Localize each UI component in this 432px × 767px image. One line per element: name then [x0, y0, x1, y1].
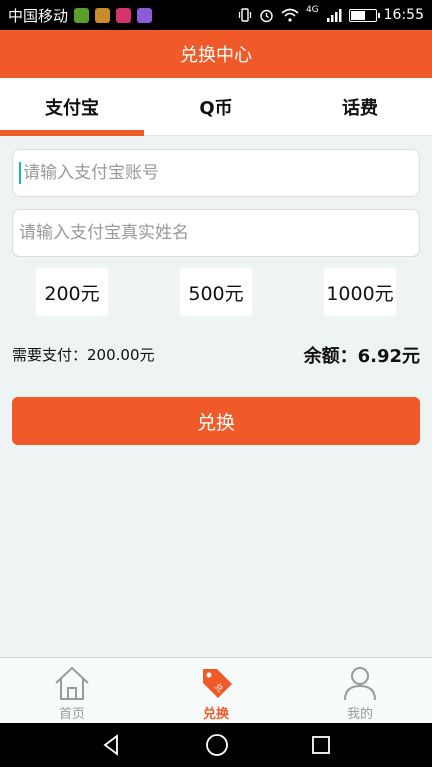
- need-pay-text: 需要支付：200.00元: [12, 346, 155, 364]
- balance-text: 余额：6.92元: [303, 346, 420, 367]
- amount-option-200[interactable]: 200元: [36, 268, 108, 316]
- vibrate-icon: [238, 8, 252, 22]
- exchange-tabs: 支付宝 Q币 话费: [0, 78, 432, 136]
- page-title: 兑换中心: [180, 45, 252, 66]
- alipay-account-input[interactable]: [22, 150, 419, 196]
- alarm-icon: [260, 9, 273, 22]
- system-nav-bar: [0, 723, 432, 767]
- alipay-real-name-input[interactable]: [19, 210, 419, 256]
- back-icon[interactable]: [100, 733, 124, 757]
- clock: 16:55: [383, 7, 424, 23]
- text-cursor: [19, 162, 21, 184]
- battery-icon: [348, 8, 380, 22]
- alipay-name-field-wrapper: [12, 209, 420, 257]
- nav-item-home[interactable]: 首页: [0, 658, 144, 723]
- amount-option-500[interactable]: 500元: [180, 268, 252, 316]
- page-header: 兑换中心: [0, 30, 432, 78]
- notification-app-icon: [95, 7, 111, 23]
- nav-item-exchange[interactable]: 兑 兑换: [144, 658, 288, 723]
- alipay-account-field-wrapper: [12, 149, 420, 197]
- nav-label-mine: 我的: [346, 707, 373, 722]
- tab-qcoin[interactable]: Q币: [144, 78, 288, 135]
- user-icon: [344, 667, 376, 701]
- exchange-button[interactable]: 兑换: [12, 397, 420, 445]
- nav-item-mine[interactable]: 我的: [288, 658, 432, 723]
- status-bar: 中国移动 4G 16:55: [0, 0, 432, 30]
- home-icon: [55, 666, 89, 700]
- home-circle-icon[interactable]: [204, 732, 230, 758]
- tab-phone-credit[interactable]: 话费: [288, 78, 432, 135]
- tab-alipay[interactable]: 支付宝: [0, 78, 144, 136]
- amount-option-1000[interactable]: 1000元: [324, 268, 396, 316]
- wifi-icon: [281, 8, 299, 22]
- nav-label-exchange: 兑换: [202, 707, 229, 722]
- nav-label-home: 首页: [58, 707, 85, 722]
- network-type: 4G: [305, 5, 319, 15]
- signal-icon: [326, 9, 342, 22]
- bottom-nav: 首页 兑 兑换 我的: [0, 657, 432, 723]
- notification-app-icon: [116, 7, 132, 23]
- tag-icon: 兑: [203, 669, 232, 698]
- carrier-name: 中国移动: [8, 6, 69, 25]
- notification-app-icon: [137, 7, 153, 23]
- recents-icon[interactable]: [310, 734, 332, 756]
- notification-app-icon: [74, 7, 90, 23]
